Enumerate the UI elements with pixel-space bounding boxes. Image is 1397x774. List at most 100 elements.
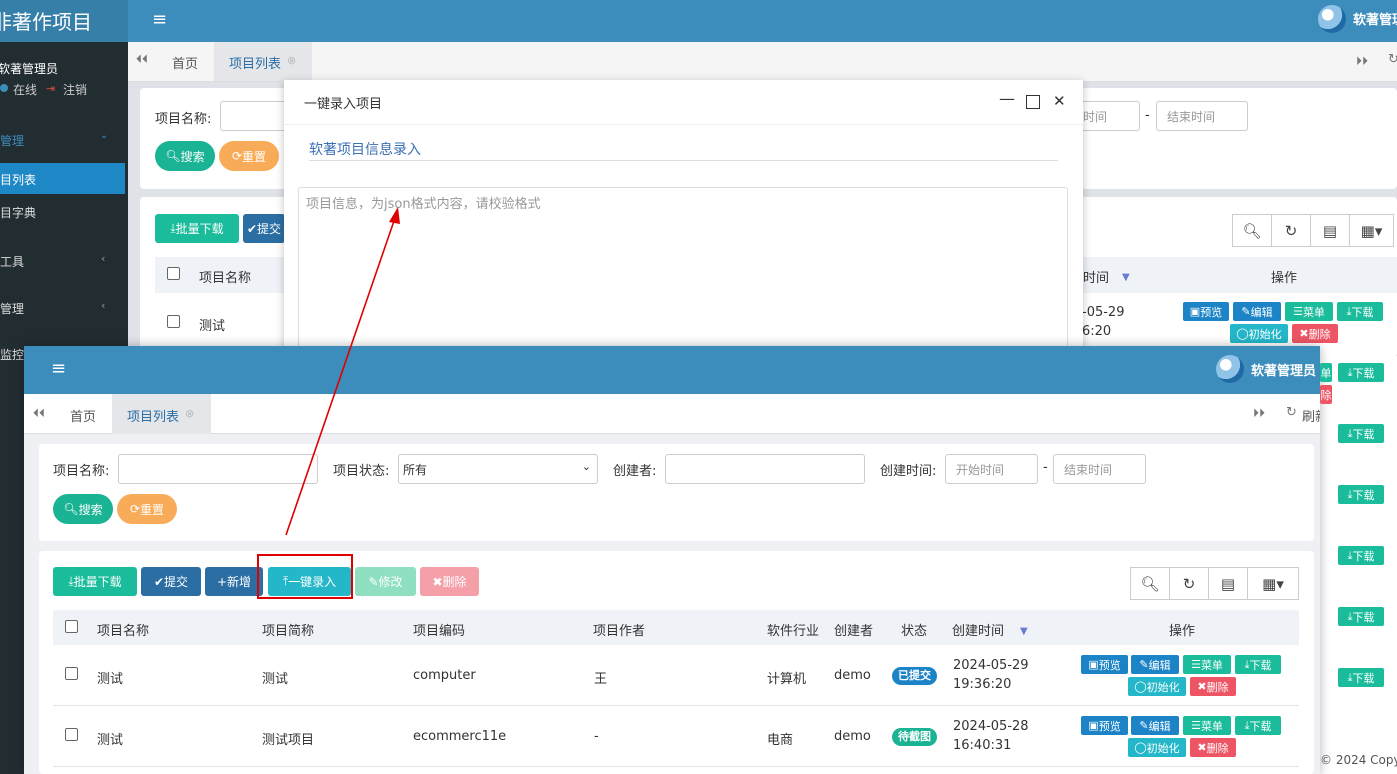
bg-grid-tool-icon[interactable]: ▦▾: [1349, 214, 1394, 247]
fg-status-select[interactable]: 所有 ⌄: [398, 454, 598, 484]
bg-init-button[interactable]: ◯ 初始化: [1230, 324, 1288, 343]
minimize-icon[interactable]: —: [999, 89, 1015, 108]
fg-brand-logo-icon: [1216, 355, 1244, 383]
cell-author: -: [594, 729, 599, 744]
fg-col-code: 项目编码: [413, 624, 466, 639]
fg-tab-home[interactable]: 首页: [70, 406, 96, 425]
init-button[interactable]: ◯ 初始化: [1128, 677, 1186, 696]
fg-columns-tool-icon[interactable]: ▤: [1208, 567, 1248, 600]
bg-partial-download-button[interactable]: ⤓ 下载: [1338, 607, 1384, 626]
bg-batch-download-button[interactable]: ⤓ 批量下载: [155, 214, 239, 243]
bg-logout[interactable]: 注销: [63, 81, 87, 98]
highlight-box: [257, 554, 353, 599]
menu-button[interactable]: ☰ 菜单: [1183, 716, 1231, 735]
bg-tab-home[interactable]: 首页: [172, 53, 198, 72]
fg-col-name: 项目名称: [97, 624, 150, 639]
bg-search-tool-icon[interactable]: 🔍︎: [1232, 214, 1272, 247]
bg-reset-button[interactable]: ⟳ 重置: [219, 141, 279, 171]
fg-modify-button[interactable]: ✎ 修改: [355, 567, 416, 596]
fg-search-tool-icon[interactable]: 🔍︎: [1130, 567, 1170, 600]
fg-start-time-input[interactable]: 开始时间: [945, 454, 1038, 484]
bg-preview-button[interactable]: ▣ 预览: [1183, 302, 1229, 321]
fg-tab-list[interactable]: 项目列表: [127, 406, 179, 425]
bg-menu-item-0[interactable]: 管理: [0, 132, 24, 149]
bg-tab-list[interactable]: 项目列表: [229, 53, 281, 72]
fg-date-sep: -: [1043, 460, 1048, 475]
close-icon[interactable]: ⊗: [287, 54, 296, 67]
fg-creator-input[interactable]: [665, 454, 865, 484]
refresh-icon[interactable]: ↻: [1388, 52, 1397, 67]
bg-search-button[interactable]: 🔍︎ 搜索: [155, 141, 215, 171]
bg-partial-download-button[interactable]: ⤓ 下载: [1338, 546, 1384, 565]
bg-edit-button[interactable]: ✎ 编辑: [1233, 302, 1281, 321]
image-icon: ▣: [1189, 305, 1201, 318]
fg-name-input[interactable]: [118, 454, 318, 484]
fg-submit-button[interactable]: ✔ 提交: [141, 567, 201, 596]
bg-menu-item-4[interactable]: 管理: [0, 300, 24, 317]
edit-button[interactable]: ✎ 编辑: [1131, 655, 1179, 674]
bg-end-time-input[interactable]: 结束时间: [1156, 101, 1248, 131]
download-button[interactable]: ⤓ 下载: [1235, 655, 1281, 674]
modal-title: 一键录入项目: [304, 97, 383, 112]
fg-end-time-input[interactable]: 结束时间: [1053, 454, 1146, 484]
refresh-icon[interactable]: ↻: [1286, 405, 1297, 420]
fg-add-button[interactable]: + 新增: [205, 567, 263, 596]
preview-button[interactable]: ▣ 预览: [1081, 655, 1128, 674]
preview-button[interactable]: ▣ 预览: [1081, 716, 1128, 735]
bg-partial-delete-button[interactable]: 除: [1320, 385, 1332, 404]
bg-delete-button[interactable]: ✖ 删除: [1292, 324, 1338, 343]
delete-button[interactable]: ✖ 删除: [1190, 677, 1236, 696]
bg-search-input[interactable]: [220, 101, 290, 131]
delete-button[interactable]: ✖ 删除: [1190, 738, 1236, 757]
bg-menu-item-1[interactable]: 目列表: [0, 171, 36, 188]
bg-partial-download-button[interactable]: ⤓ 下载: [1338, 485, 1384, 504]
sort-down-icon[interactable]: ▼: [1122, 272, 1130, 283]
fg-batch-download-button[interactable]: ⤓ 批量下载: [53, 567, 137, 596]
bg-partial-download-button[interactable]: ⤓ 下载: [1338, 668, 1384, 687]
close-icon[interactable]: ✕: [1053, 92, 1066, 110]
search-icon: 🔍︎: [165, 149, 181, 163]
row-checkbox[interactable]: [65, 667, 78, 680]
rewind-icon[interactable]: ⏴⏴: [33, 406, 45, 421]
status-badge: 已提交: [892, 667, 937, 685]
chevron-left-icon: ‹: [101, 299, 106, 312]
fg-reset-button[interactable]: ⟳ 重置: [117, 494, 177, 524]
bg-partial-download-button[interactable]: ⤓ 下载: [1338, 363, 1384, 382]
forward-icon[interactable]: ⏵⏵: [1253, 406, 1265, 421]
fg-tabs-bar: [24, 394, 1320, 434]
bg-menu-item-2[interactable]: 目字典: [0, 204, 36, 221]
bg-download-button[interactable]: ⤓ 下载: [1337, 302, 1383, 321]
close-icon[interactable]: ⊗: [185, 407, 194, 420]
rewind-icon[interactable]: ⏴⏴: [136, 52, 148, 67]
fg-search-button[interactable]: 🔍︎ 搜索: [53, 494, 113, 524]
row-checkbox[interactable]: [65, 728, 78, 741]
fg-refresh-label[interactable]: 刷新: [1302, 406, 1320, 425]
fg-grid-tool-icon[interactable]: ▦▾: [1247, 567, 1299, 600]
fg-col-status: 状态: [901, 624, 928, 639]
download-button[interactable]: ⤓ 下载: [1235, 716, 1281, 735]
maximize-icon[interactable]: [1026, 95, 1040, 109]
edit-button[interactable]: ✎ 编辑: [1131, 716, 1179, 735]
bg-submit-button[interactable]: ✔ 提交: [243, 214, 285, 243]
bg-row-checkbox[interactable]: [167, 315, 180, 328]
bg-refresh-tool-icon[interactable]: ↻: [1271, 214, 1311, 247]
bg-menu-toggle-icon[interactable]: ≡: [152, 9, 167, 30]
bg-select-all-checkbox[interactable]: [167, 267, 180, 280]
bg-menu-item-3[interactable]: 工具: [0, 253, 24, 270]
bg-columns-tool-icon[interactable]: ▤: [1310, 214, 1350, 247]
fg-select-all-checkbox[interactable]: [65, 620, 78, 633]
init-button[interactable]: ◯ 初始化: [1128, 738, 1186, 757]
fg-menu-toggle-icon[interactable]: ≡: [51, 358, 66, 379]
menu-button[interactable]: ☰ 菜单: [1183, 655, 1231, 674]
bg-partial-menu-button[interactable]: 单: [1320, 363, 1332, 382]
fg-refresh-tool-icon[interactable]: ↻: [1169, 567, 1209, 600]
modal-json-textarea[interactable]: [298, 187, 1068, 355]
forward-icon[interactable]: ⏵⏵: [1356, 54, 1368, 69]
fg-name-label: 项目名称:: [53, 464, 110, 479]
bg-menu-item-5[interactable]: 监控: [0, 346, 24, 363]
cell-creator: demo: [834, 729, 871, 744]
bg-partial-download-button[interactable]: ⤓ 下载: [1338, 424, 1384, 443]
bg-menu-button[interactable]: ☰ 菜单: [1285, 302, 1333, 321]
fg-delete-button[interactable]: ✖ 删除: [420, 567, 479, 596]
sort-down-icon[interactable]: ▼: [1020, 626, 1028, 637]
